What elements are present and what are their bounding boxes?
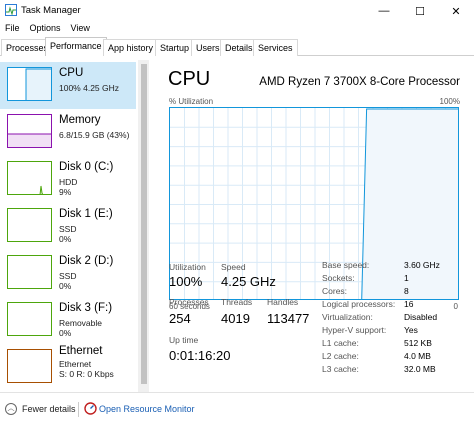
sidebar-scroll-thumb[interactable] <box>141 64 147 384</box>
ethernet-thumbnail-graph <box>7 349 52 383</box>
menu-view[interactable]: View <box>66 21 95 37</box>
speed-value: 4.25 GHz <box>221 274 276 289</box>
spec-value-cores: 8 <box>404 286 409 296</box>
utilization-axis-label: % Utilization <box>169 97 214 106</box>
sidebar-item-detail: HDD <box>59 177 78 187</box>
tab-bar: Processes Performance App history Startu… <box>0 37 474 56</box>
spec-label-hyper-v: Hyper-V support: <box>322 325 387 335</box>
tab-startup[interactable]: Startup <box>155 39 195 56</box>
sidebar-item-detail: 100% 4.25 GHz <box>59 83 120 93</box>
utilization-label: Utilization <box>169 262 206 272</box>
sidebar-item-label: CPU <box>59 67 84 79</box>
minimize-button[interactable]: — <box>366 0 402 22</box>
sidebar-item-disk-2[interactable]: Disk 2 (D:) SSD 0% <box>0 250 136 297</box>
tab-app-history[interactable]: App history <box>103 39 159 56</box>
sidebar-item-memory[interactable]: Memory 6.8/15.9 GB (43%) <box>0 109 136 156</box>
footer-bar: ︿ Fewer details Open Resource Monitor <box>0 392 474 426</box>
sidebar-item-detail: SSD <box>59 271 77 281</box>
fewer-details-link[interactable]: Fewer details <box>22 404 76 414</box>
sidebar-item-disk-3[interactable]: Disk 3 (F:) Removable 0% <box>0 297 136 344</box>
tab-performance[interactable]: Performance <box>45 37 107 56</box>
disk-2-thumbnail-graph <box>7 255 52 289</box>
spec-label-sockets: Sockets: <box>322 273 355 283</box>
disk-1-thumbnail-graph <box>7 208 52 242</box>
handles-label: Handles <box>267 297 299 307</box>
sidebar-item-percent: 0% <box>59 281 72 291</box>
spec-value-logical-processors: 16 <box>404 299 414 309</box>
spec-label-virtualization: Virtualization: <box>322 312 373 322</box>
uptime-label: Up time <box>169 335 199 345</box>
spec-value-l3-cache: 32.0 MB <box>404 364 436 374</box>
close-button[interactable]: ✕ <box>438 0 474 22</box>
footer-divider <box>78 402 79 417</box>
open-resource-monitor-link[interactable]: Open Resource Monitor <box>99 404 195 414</box>
spec-value-sockets: 1 <box>404 273 409 283</box>
uptime-value: 0:01:16:20 <box>169 348 231 363</box>
title-bar: Task Manager — ☐ ✕ <box>0 0 474 22</box>
spec-value-virtualization: Disabled <box>404 312 438 322</box>
resource-sidebar: CPU 100% 4.25 GHz Memory 6.8/15.9 GB (43… <box>0 60 150 392</box>
task-manager-icon <box>5 4 17 16</box>
graph-time-now: 0 <box>453 302 458 311</box>
menu-options[interactable]: Options <box>25 21 66 37</box>
cpu-detail-panel: CPU AMD Ryzen 7 3700X 8-Core Processor %… <box>152 60 470 392</box>
sidebar-item-percent: 0% <box>59 234 72 244</box>
memory-thumbnail-graph <box>7 114 52 148</box>
cpu-utilization-graph <box>169 107 459 300</box>
sidebar-item-label: Disk 0 (C:) <box>59 161 114 173</box>
chevron-up-icon[interactable]: ︿ <box>5 403 17 415</box>
spec-value-l2-cache: 4.0 MB <box>404 351 431 361</box>
utilization-axis-max: 100% <box>439 97 460 106</box>
cpu-heading: CPU <box>168 68 211 90</box>
resource-monitor-icon[interactable] <box>84 402 97 415</box>
utilization-value: 100% <box>169 274 203 289</box>
spec-label-logical-processors: Logical processors: <box>322 299 396 309</box>
spec-value-base-speed: 3.60 GHz <box>404 260 440 270</box>
sidebar-item-detail: 6.8/15.9 GB (43%) <box>59 130 130 140</box>
tab-services[interactable]: Services <box>253 39 298 56</box>
spec-label-l1-cache: L1 cache: <box>322 338 359 348</box>
sidebar-item-label: Memory <box>59 114 101 126</box>
maximize-button[interactable]: ☐ <box>402 0 438 22</box>
cpu-model-name: AMD Ryzen 7 3700X 8-Core Processor <box>259 76 460 88</box>
sidebar-item-label: Disk 2 (D:) <box>59 255 114 267</box>
spec-value-l1-cache: 512 KB <box>404 338 432 348</box>
spec-label-base-speed: Base speed: <box>322 260 370 270</box>
menu-bar: File Options View <box>0 21 95 37</box>
handles-value: 113477 <box>267 311 310 326</box>
sidebar-item-label: Disk 1 (E:) <box>59 208 113 220</box>
cpu-thumbnail-graph <box>7 67 52 101</box>
window-title: Task Manager <box>21 5 81 16</box>
sidebar-item-percent: 9% <box>59 187 72 197</box>
sidebar-item-throughput: S: 0 R: 0 Kbps <box>59 369 114 379</box>
sidebar-item-detail: SSD <box>59 224 77 234</box>
threads-value: 4019 <box>221 311 250 326</box>
processes-label: Processes <box>169 297 209 307</box>
tab-details[interactable]: Details <box>220 39 258 56</box>
threads-label: Threads <box>221 297 253 307</box>
sidebar-item-detail: Removable <box>59 318 102 328</box>
spec-label-l2-cache: L2 cache: <box>322 351 359 361</box>
speed-label: Speed <box>221 262 246 272</box>
spec-value-hyper-v: Yes <box>404 325 418 335</box>
disk-3-thumbnail-graph <box>7 302 52 336</box>
sidebar-item-label: Disk 3 (F:) <box>59 302 113 314</box>
sidebar-item-cpu[interactable]: CPU 100% 4.25 GHz <box>0 62 136 109</box>
sidebar-item-disk-1[interactable]: Disk 1 (E:) SSD 0% <box>0 203 136 250</box>
sidebar-item-label: Ethernet <box>59 345 103 357</box>
spec-label-l3-cache: L3 cache: <box>322 364 359 374</box>
spec-label-cores: Cores: <box>322 286 348 296</box>
cpu-utilization-svg <box>170 108 458 299</box>
sidebar-item-percent: 0% <box>59 328 72 338</box>
processes-value: 254 <box>169 311 191 326</box>
disk-0-thumbnail-graph <box>7 161 52 195</box>
sidebar-item-ethernet[interactable]: Ethernet Ethernet S: 0 R: 0 Kbps <box>0 344 136 391</box>
sidebar-item-disk-0[interactable]: Disk 0 (C:) HDD 9% <box>0 156 136 203</box>
menu-file[interactable]: File <box>0 21 25 37</box>
sidebar-item-detail: Ethernet <box>59 359 92 369</box>
